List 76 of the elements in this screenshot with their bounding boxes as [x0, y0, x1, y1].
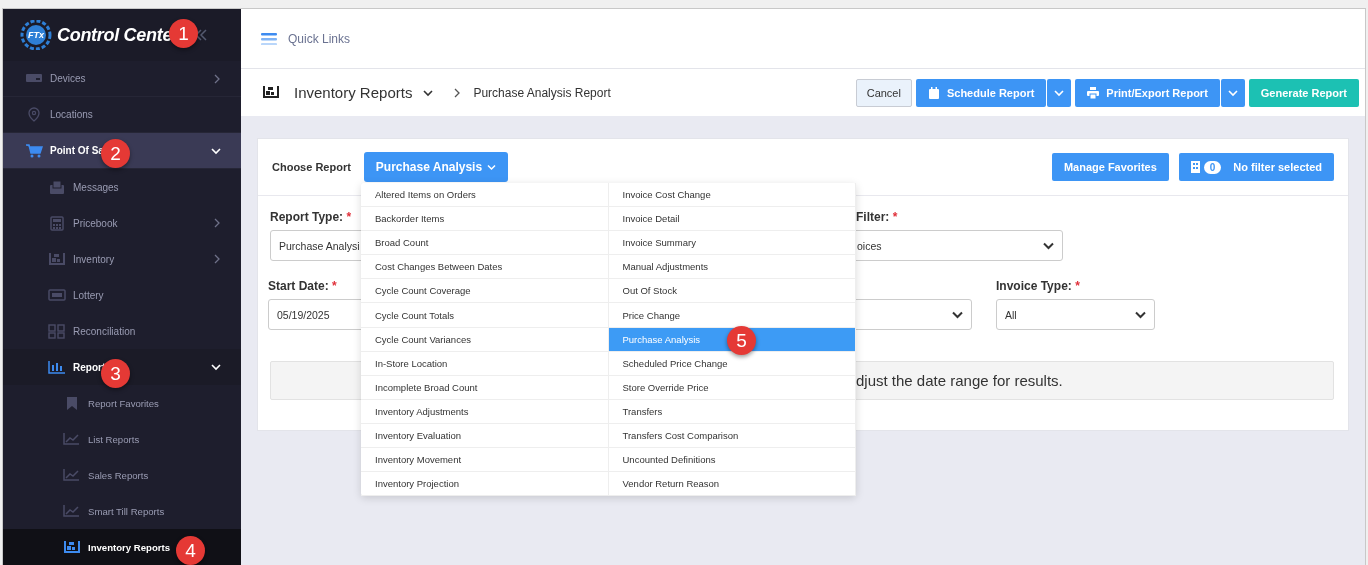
ticket-icon [48, 287, 66, 303]
breadcrumb-dropdown[interactable]: Inventory Reports [294, 84, 434, 101]
dropdown-toggle[interactable] [1220, 78, 1245, 107]
building-icon [1190, 161, 1200, 173]
menu-item[interactable]: Transfers [608, 399, 856, 424]
chevron-down-icon [211, 146, 221, 155]
shelf-icon [63, 539, 81, 555]
cancel-button[interactable]: Cancel [855, 78, 912, 107]
chevron-right-icon [213, 73, 221, 84]
chevron-right-icon [453, 87, 462, 98]
quick-links-link[interactable]: Quick Links [261, 31, 351, 46]
sidebar-item[interactable]: Reconciliation [3, 313, 241, 349]
menu-item[interactable]: In-Store Location [361, 351, 609, 376]
menu-item[interactable]: Uncounted Definitions [608, 448, 856, 473]
grid-icon [48, 323, 66, 339]
caret-icon [1054, 88, 1065, 97]
line-chart-icon [63, 467, 81, 483]
chevron-right-icon [213, 218, 221, 228]
menu-item[interactable]: Vendor Return Reason [608, 472, 856, 497]
menu-item[interactable]: Price Change [608, 303, 856, 328]
chevron-down-icon [211, 363, 221, 371]
menu-icon [261, 32, 277, 45]
menu-item[interactable]: Store Override Price [608, 375, 856, 400]
menu-item[interactable]: Inventory Adjustments [361, 399, 609, 424]
menu-item[interactable]: Invoice Cost Change [608, 183, 856, 208]
menu-item[interactable]: Cost Changes Between Dates [361, 255, 609, 280]
chevron-down-icon [1135, 310, 1146, 319]
menu-item[interactable]: Invoice Detail [608, 207, 856, 232]
menu-item[interactable]: Cycle Count Totals [361, 303, 609, 328]
sidebar-item[interactable]: List Reports [3, 421, 241, 457]
sidebar-item[interactable]: Smart Till Reports [3, 493, 241, 529]
menu-item[interactable]: Out Of Stock [608, 279, 856, 304]
field-label: Filter: * [856, 210, 898, 226]
sidebar-item[interactable]: Lottery [3, 277, 241, 313]
logo-label: FTx [28, 30, 44, 40]
field-label: Invoice Type: * [996, 279, 1080, 295]
sidebar-item[interactable]: Pricebook [3, 205, 241, 241]
line-chart-icon [63, 503, 81, 519]
cart-icon [25, 143, 43, 158]
line-chart-icon [63, 431, 81, 447]
menu-item[interactable]: Backorder Items [361, 207, 609, 232]
chevron-down-icon [952, 310, 963, 319]
menu-item[interactable]: Incomplete Broad Count [361, 375, 609, 400]
choose-report-label: Choose Report [272, 161, 351, 173]
calculator-icon [48, 215, 66, 231]
dropdown-toggle[interactable] [1047, 78, 1072, 107]
menu-item[interactable]: Broad Count [361, 231, 609, 256]
bar-chart-icon [48, 359, 66, 375]
field-label: Report Type: * [270, 210, 352, 226]
breadcrumb-current: Purchase Analysis Report [473, 85, 611, 100]
field-label: Start Date: * [268, 279, 337, 295]
caret-icon [1227, 88, 1238, 97]
menu-item[interactable]: Transfers Cost Comparison [608, 423, 856, 449]
shelf-icon [262, 84, 282, 101]
sidebar-item[interactable]: Sales Reports [3, 457, 241, 493]
calendar-icon [927, 86, 940, 99]
menu-item[interactable]: Cycle Count Coverage [361, 279, 609, 304]
menu-item[interactable]: Altered Items on Orders [361, 183, 609, 208]
menu-item[interactable]: Cycle Count Variances [361, 327, 609, 352]
location-pin-icon [25, 107, 43, 122]
sidebar-item[interactable]: Inventory [3, 241, 241, 277]
menu-item[interactable]: Inventory Projection [361, 472, 609, 497]
caret-icon [487, 163, 497, 171]
menu-item[interactable]: Invoice Summary [608, 231, 856, 256]
shelf-icon [48, 251, 66, 267]
sidebar-item[interactable]: Messages [3, 169, 241, 205]
chevron-down-icon [423, 88, 434, 97]
printer-icon [1087, 86, 1100, 99]
menu-item[interactable]: Inventory Evaluation [361, 423, 609, 449]
chevron-down-icon [1043, 241, 1054, 250]
menu-item[interactable]: Inventory Movement [361, 448, 609, 473]
envelope-icon [48, 179, 66, 195]
menu-item[interactable]: Manual Adjustments [608, 255, 856, 280]
select-field[interactable]: All [996, 299, 1155, 330]
sidebar-item[interactable]: Report Favorites [3, 385, 241, 421]
chevron-right-icon [213, 254, 221, 264]
